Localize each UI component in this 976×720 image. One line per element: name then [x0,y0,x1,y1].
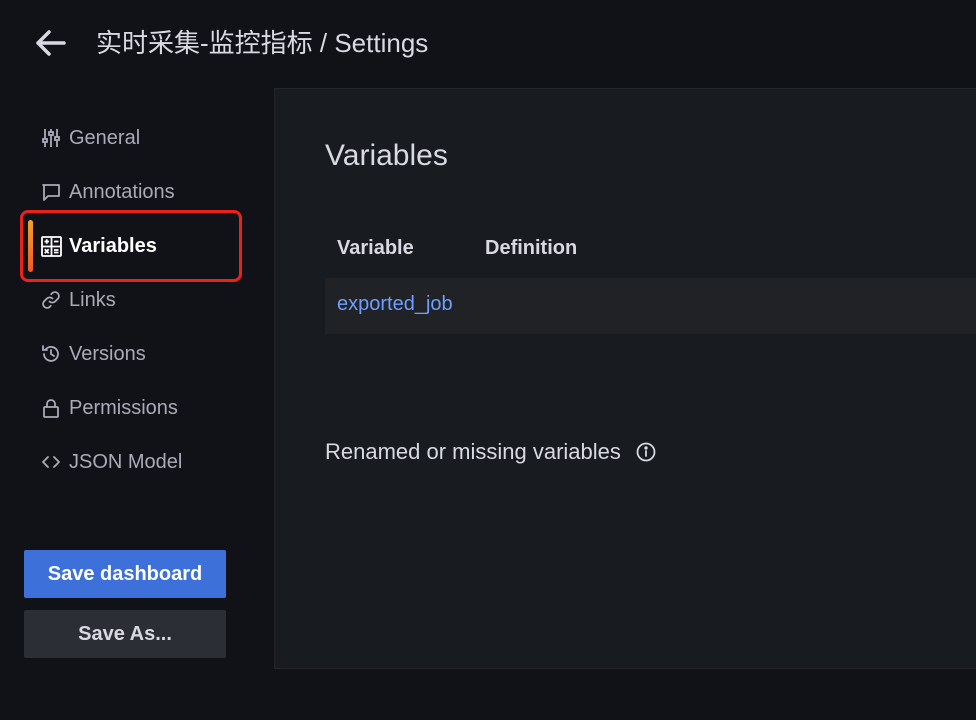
variables-panel: Variables Variable Definition exported_j… [274,88,976,669]
sidebar-item-label: General [69,126,141,149]
save-dashboard-button[interactable]: Save dashboard [24,550,226,598]
renamed-variables-label: Renamed or missing variables [325,439,621,464]
sidebar-item-label: Permissions [69,396,178,419]
column-header-variable: Variable [337,237,414,259]
save-as-button[interactable]: Save As... [24,610,226,658]
column-header-definition: Definition [485,237,578,259]
sliders-icon [40,127,62,149]
code-icon [40,451,62,473]
variable-link[interactable]: exported_job [337,293,453,316]
sidebar-item-versions[interactable]: Versions [40,338,146,370]
link-icon [40,289,62,311]
settings-sidebar: General Annotations Variables Links Vers… [0,86,274,720]
table-row[interactable]: exported_job [325,278,976,334]
arrow-left-icon [36,30,66,56]
sidebar-item-label: Versions [69,342,146,365]
lock-icon [40,397,62,419]
sidebar-item-label: JSON Model [69,450,183,473]
sidebar-item-general[interactable]: General [40,122,140,154]
sidebar-item-permissions[interactable]: Permissions [40,392,178,424]
comment-icon [40,181,62,203]
sidebar-item-links[interactable]: Links [40,284,116,316]
sidebar-item-json-model[interactable]: JSON Model [40,446,182,478]
sidebar-item-label: Annotations [69,180,175,203]
back-button[interactable] [34,27,68,59]
page-title: 实时采集-监控指标 / Settings [96,28,429,58]
sidebar-item-label: Links [69,288,116,311]
info-icon[interactable] [635,441,657,463]
renamed-variables-section: Renamed or missing variables [325,439,657,465]
dashboard-settings-page: 实时采集-监控指标 / Settings General Annotations [0,0,976,720]
history-icon [40,343,62,365]
page-header: 实时采集-监控指标 / Settings [0,0,976,86]
sidebar-item-annotations[interactable]: Annotations [40,176,175,208]
highlight-box [20,210,242,282]
page-heading: Variables [325,139,448,172]
